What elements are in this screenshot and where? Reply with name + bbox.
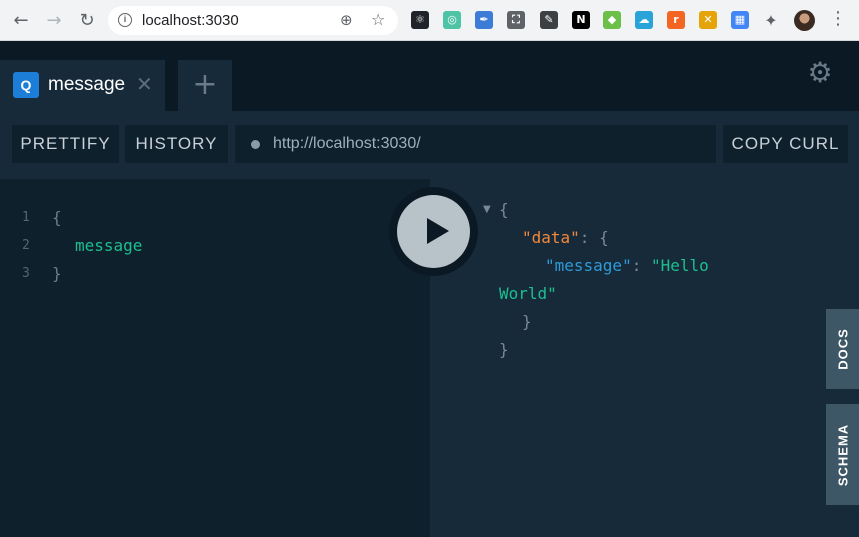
result-colon-brace: : {	[579, 228, 609, 247]
extension-cube-icon[interactable]: ◆	[603, 11, 621, 29]
schema-tab-label: SCHEMA	[835, 423, 850, 486]
extension-x-icon[interactable]: ✕	[699, 11, 717, 29]
line-number: 2	[22, 238, 30, 253]
extension-feather-icon[interactable]: ✒	[475, 11, 493, 29]
more-menu-icon[interactable]: ⋮	[829, 8, 847, 29]
zoom-icon[interactable]: ⊕	[340, 11, 353, 29]
react-devtools-icon[interactable]: ⚛	[411, 11, 429, 29]
extension-ring-icon[interactable]: ◎	[443, 11, 461, 29]
result-data-line: "data": {	[522, 228, 609, 247]
close-icon[interactable]: ✕	[136, 72, 153, 96]
schema-tab[interactable]: SCHEMA	[826, 404, 859, 505]
result-message-value: "Hello	[650, 256, 709, 275]
result-message-key: "message"	[545, 256, 632, 275]
eyedropper-icon[interactable]: ✎	[540, 11, 558, 29]
result-message-line: "message": "Hello	[545, 256, 709, 275]
prettify-button[interactable]: PRETTIFY	[12, 125, 119, 163]
extension-cloud-icon[interactable]: ☁	[635, 11, 653, 29]
playground-toolbar: PRETTIFY HISTORY http://localhost:3030/ …	[0, 111, 859, 179]
back-arrow-icon[interactable]: ←	[9, 9, 33, 33]
query-tab-title[interactable]: message	[48, 74, 125, 96]
bookmark-star-icon[interactable]: ☆	[371, 10, 385, 29]
site-info-icon[interactable]: i	[118, 13, 132, 27]
endpoint-input[interactable]: http://localhost:3030/	[235, 125, 716, 163]
result-colon: :	[631, 256, 651, 275]
query-open-brace[interactable]: {	[52, 208, 62, 227]
history-button[interactable]: HISTORY	[125, 125, 228, 163]
endpoint-url[interactable]: http://localhost:3030/	[273, 135, 421, 153]
run-button-wrapper	[389, 187, 478, 276]
extensions-puzzle-icon[interactable]: ✦	[759, 9, 783, 33]
query-editor[interactable]: 1 2 3 { message }	[0, 179, 430, 537]
result-message-value-wrap: World"	[499, 284, 557, 303]
result-inner-close-brace: }	[522, 312, 532, 331]
result-data-key: "data"	[522, 228, 580, 247]
line-number: 3	[22, 266, 30, 281]
play-icon	[427, 218, 449, 244]
line-number: 1	[22, 210, 30, 225]
address-bar[interactable]: i localhost:3030 ⊕ ☆	[108, 6, 398, 35]
docs-tab[interactable]: DOCS	[826, 309, 859, 389]
browser-toolbar: ← → ↻ i localhost:3030 ⊕ ☆ ⚛ ◎ ✒ ⛶ ✎ N ◆ ☁ r ✕ ▦ ✦…	[0, 0, 859, 41]
gear-icon[interactable]: ⚙	[806, 59, 834, 87]
run-query-button[interactable]	[397, 195, 470, 268]
reload-icon[interactable]: ↻	[75, 9, 99, 33]
forward-arrow-icon[interactable]: →	[42, 9, 66, 33]
screenshot-icon[interactable]: ⛶	[507, 11, 525, 29]
profile-avatar[interactable]	[794, 10, 815, 31]
query-field-message[interactable]: message	[75, 236, 142, 255]
collapse-triangle-icon[interactable]: ▼	[483, 204, 491, 215]
result-open-brace: {	[499, 200, 509, 219]
query-tab-badge: Q	[13, 72, 39, 98]
connection-status-dot	[251, 140, 260, 149]
extension-r-icon[interactable]: r	[667, 11, 685, 29]
result-pane	[430, 179, 859, 537]
address-url[interactable]: localhost:3030	[142, 12, 239, 29]
query-tab[interactable]: Q message ✕	[0, 60, 165, 111]
add-tab-icon[interactable]: +	[178, 60, 232, 111]
copy-curl-button[interactable]: COPY CURL	[723, 125, 848, 163]
calendar-icon[interactable]: ▦	[731, 11, 749, 29]
result-outer-close-brace: }	[499, 340, 509, 359]
notion-icon[interactable]: N	[572, 11, 590, 29]
query-close-brace[interactable]: }	[52, 264, 62, 283]
docs-tab-label: DOCS	[835, 328, 850, 370]
playground-tab-bar: Q message ✕ +	[0, 41, 859, 111]
